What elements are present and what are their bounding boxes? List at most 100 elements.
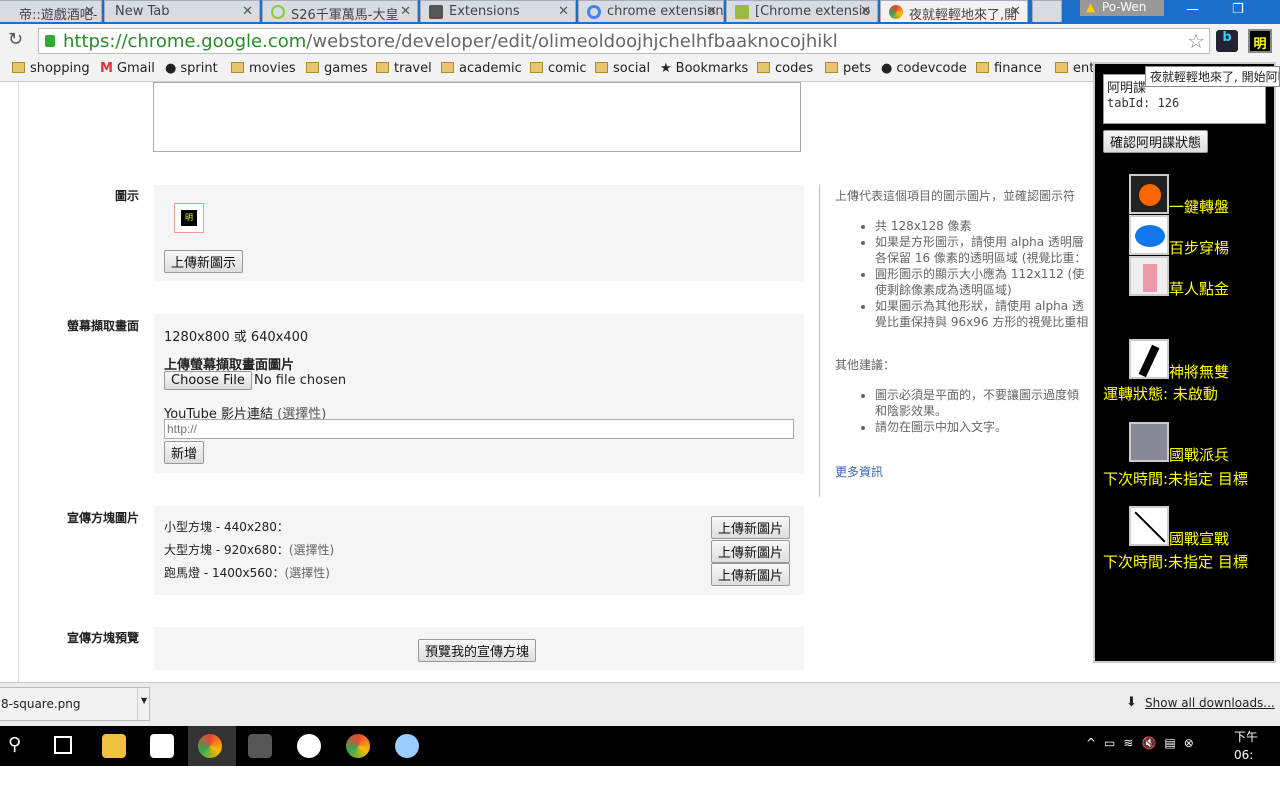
roulette-icon[interactable] — [1129, 174, 1169, 214]
address-bar[interactable]: https://chrome.google.com/webstore/devel… — [38, 28, 1210, 54]
more-info-link[interactable]: 更多資訊 — [835, 463, 1099, 480]
dispatch-icon[interactable] — [1129, 422, 1169, 462]
youtube-url-input[interactable] — [164, 419, 794, 439]
chrome-icon[interactable] — [198, 734, 222, 758]
preview-tiles-button[interactable]: 預覽我的宣傳方塊 — [418, 639, 537, 662]
tab[interactable]: Extensions ✕ — [420, 0, 576, 22]
search-icon[interactable]: ⚲ — [8, 734, 21, 755]
add-video-button[interactable]: 新增 — [164, 441, 205, 464]
gmail-icon: M — [100, 61, 113, 76]
scarecrow-icon[interactable] — [1129, 256, 1169, 296]
tab[interactable]: chrome extension ✕ — [578, 0, 724, 22]
feature-archery[interactable]: 百步穿楊 — [1169, 237, 1229, 258]
feature-scarecrow[interactable]: 草人點金 — [1169, 278, 1229, 299]
store-icon[interactable] — [150, 734, 174, 758]
folder-icon — [976, 62, 989, 73]
feature-warrior[interactable]: 神將無雙 — [1169, 361, 1229, 382]
bookmark[interactable]: finance — [976, 61, 1042, 76]
close-tab-icon[interactable]: ✕ — [558, 4, 569, 19]
help-intro: 上傳代表這個項目的圖示圖片，並確認圖示符 — [835, 189, 1076, 203]
sublime-icon[interactable] — [248, 734, 272, 758]
download-bar: 8-square.png ▼ ⬇ Show all downloads... — [0, 682, 1280, 726]
bookmark[interactable]: ● sprint — [165, 61, 218, 76]
system-tray-icons[interactable]: ^▭≋🔇▤⊗ — [1086, 736, 1202, 750]
tooltip: 夜就輕輕地來了, 開始阿明 — [1145, 66, 1280, 87]
folder-icon — [530, 62, 543, 73]
url-path: /webstore/developer/edit/olimeoldoojhjch… — [306, 31, 838, 52]
download-item[interactable]: 8-square.png ▼ — [0, 687, 150, 721]
paint-icon[interactable] — [395, 734, 419, 758]
dispatch-status: 下次時間:未指定 目標 — [1103, 470, 1248, 488]
close-tab-icon[interactable]: ✕ — [400, 4, 411, 19]
icon-label: 圖示 — [114, 189, 139, 203]
bookmark[interactable]: games — [306, 61, 368, 76]
bookmark[interactable]: social — [595, 61, 650, 76]
upload-icon-button[interactable]: 上傳新圖示 — [164, 250, 244, 273]
url-host: https://chrome.google.com — [63, 31, 307, 52]
feature-declare-war[interactable]: 國戰宣戰 — [1169, 528, 1229, 549]
warning-icon: ▲ — [1086, 0, 1096, 14]
tab-active[interactable]: 夜就輕輕地來了,開 ✕ — [880, 0, 1028, 22]
check-status-button[interactable]: 確認阿明諜狀態 — [1103, 130, 1209, 153]
file-explorer-icon[interactable] — [102, 734, 126, 758]
chrome-icon[interactable] — [346, 734, 370, 758]
bookmark[interactable]: M Gmail — [100, 61, 155, 76]
bookmark[interactable]: ent — [1055, 61, 1094, 76]
bookmark[interactable]: academic — [441, 61, 522, 76]
show-all-downloads-link[interactable]: Show all downloads... — [1145, 696, 1275, 710]
tab[interactable]: New Tab ✕ — [104, 0, 260, 22]
folder-icon — [231, 62, 244, 73]
star-icon[interactable]: ☆ — [1187, 29, 1205, 53]
puzzle-icon — [429, 5, 443, 19]
feature-roulette[interactable]: 一鍵轉盤 — [1169, 196, 1229, 217]
promo-item: 跑馬燈 - 1400x560： — [164, 566, 285, 580]
bookmark[interactable]: ★ Bookmarks — [660, 61, 748, 76]
bookmark[interactable]: movies — [231, 61, 296, 76]
bookmark[interactable]: shopping — [12, 61, 90, 76]
extension-popup: 阿明諜 tabId: 126 確認阿明諜狀態 一鍵轉盤 百步穿楊 草人點金 神將… — [1093, 62, 1276, 663]
bookmark[interactable]: ● codevcode — [881, 61, 967, 76]
new-tab-button[interactable] — [1032, 0, 1062, 22]
reload-icon[interactable]: ↻ — [8, 29, 23, 50]
close-tab-icon[interactable]: ✕ — [242, 4, 253, 19]
close-tab-icon[interactable]: ✕ — [706, 4, 717, 19]
bookmark[interactable]: pets — [825, 61, 871, 76]
upload-small-tile-button[interactable]: 上傳新圖片 — [711, 516, 791, 539]
page-content: 圖示 明 上傳新圖示 螢幕擷取畫面 1280x800 或 640x400 上傳螢… — [18, 82, 1098, 682]
close-tab-icon[interactable]: ✕ — [860, 4, 871, 19]
bookmark[interactable]: travel — [376, 61, 432, 76]
extension-icon[interactable]: b — [1216, 30, 1238, 52]
profile-button[interactable]: ▲ Po-Wen — [1080, 0, 1164, 16]
feature-dispatch[interactable]: 國戰派兵 — [1169, 444, 1229, 465]
preview-label: 宣傳方塊預覽 — [66, 631, 139, 645]
star-icon: ★ — [660, 61, 672, 76]
archery-icon[interactable] — [1129, 215, 1169, 255]
close-tab-icon[interactable]: ✕ — [84, 4, 95, 19]
restore-icon[interactable]: ❐ — [1232, 2, 1244, 17]
task-view-icon[interactable] — [54, 736, 72, 754]
app-icon[interactable] — [297, 734, 321, 758]
bookmark[interactable]: comic — [530, 61, 587, 76]
help-item: 和陰影效果。 — [875, 404, 948, 418]
clock[interactable]: 下午 06: 2016/5/ — [1234, 728, 1280, 782]
bookmark-label: movies — [249, 61, 296, 76]
bookmark[interactable]: codes — [757, 61, 813, 76]
choose-file-button[interactable]: Choose File — [164, 371, 252, 390]
tab[interactable]: 帝::遊戲酒吧- ✕ — [0, 0, 102, 22]
tab[interactable]: [Chrome extensio ✕ — [726, 0, 878, 22]
help-item: 圖示必須是平面的，不要讓圖示過度傾 — [875, 387, 1099, 403]
aming-extension-icon[interactable]: 明 — [1248, 29, 1272, 53]
minimize-icon[interactable]: — — [1186, 2, 1199, 17]
upload-marquee-button[interactable]: 上傳新圖片 — [711, 563, 791, 586]
tab[interactable]: S26千軍萬馬-大皇 ✕ — [262, 0, 418, 22]
description-textarea[interactable] — [153, 82, 801, 152]
close-tab-icon[interactable]: ✕ — [1010, 4, 1021, 19]
chevron-down-icon[interactable]: ▼ — [137, 688, 149, 720]
screenshot-panel: 1280x800 或 640x400 上傳螢幕擷取畫面圖片 Choose Fil… — [154, 314, 804, 473]
promo-panel: 小型方塊 - 440x280： 大型方塊 - 920x680：(選擇性) 跑馬燈… — [154, 506, 804, 595]
sword-icon[interactable] — [1129, 506, 1169, 546]
bookmark-label: finance — [994, 61, 1042, 76]
folder-icon — [441, 62, 454, 73]
warrior-icon[interactable] — [1129, 339, 1169, 379]
upload-large-tile-button[interactable]: 上傳新圖片 — [711, 540, 791, 563]
